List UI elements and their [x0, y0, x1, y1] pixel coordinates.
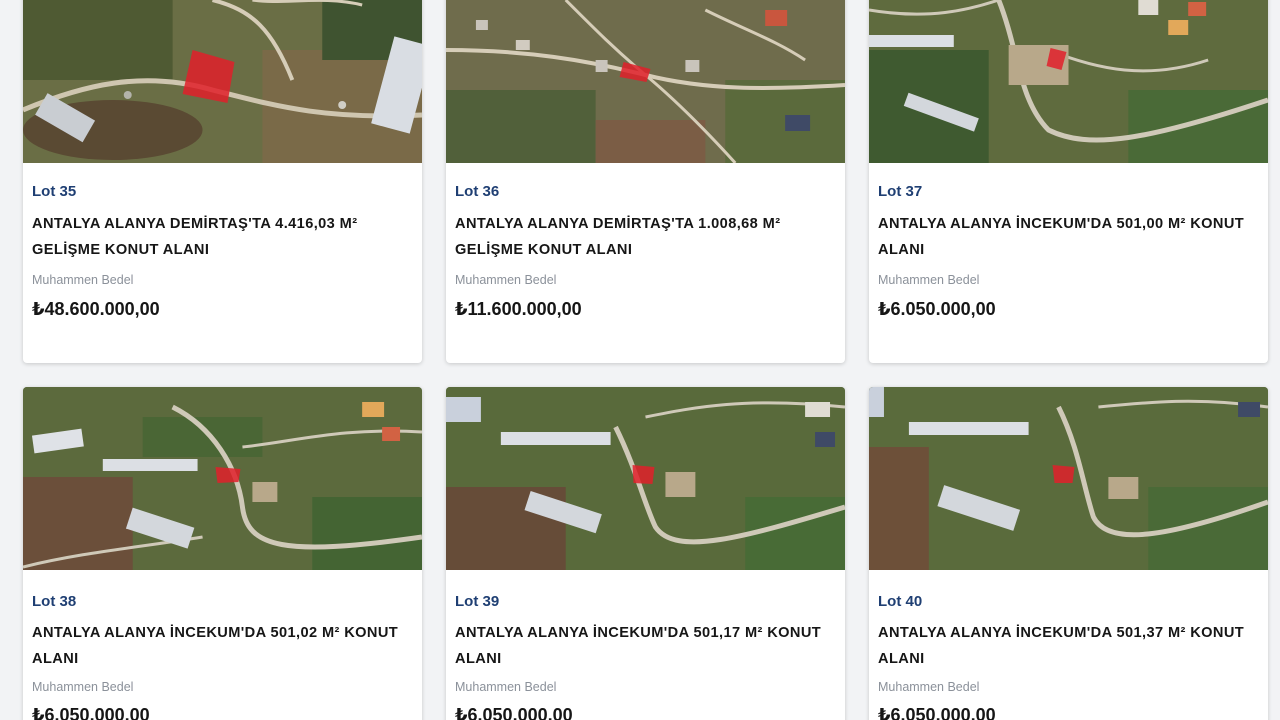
price-value: ₺11.600.000,00: [455, 299, 582, 319]
listing-grid: Lot 35 ANTALYA ALANYA DEMİRTAŞ'TA 4.416,…: [0, 0, 1280, 720]
price-label: Muhammen Bedel: [32, 273, 134, 287]
lot-number: Lot 36: [455, 183, 500, 200]
lot-number: Lot 35: [32, 183, 77, 200]
listing-title[interactable]: ANTALYA ALANYA İNCEKUM'DA 501,02 M² KONU…: [32, 620, 413, 672]
satellite-map-image[interactable]: [23, 387, 422, 570]
price-value: ₺6.050.000,00: [878, 705, 996, 720]
listing-title[interactable]: ANTALYA ALANYA DEMİRTAŞ'TA 1.008,68 M² G…: [455, 211, 836, 263]
price-label: Muhammen Bedel: [878, 273, 980, 287]
satellite-map-image[interactable]: [446, 387, 845, 570]
price-label: Muhammen Bedel: [455, 680, 557, 694]
satellite-map-image[interactable]: [446, 0, 845, 163]
listing-card-lot-35[interactable]: Lot 35 ANTALYA ALANYA DEMİRTAŞ'TA 4.416,…: [23, 0, 422, 363]
price-label: Muhammen Bedel: [455, 273, 557, 287]
price-value: ₺6.050.000,00: [878, 299, 996, 319]
listing-title[interactable]: ANTALYA ALANYA İNCEKUM'DA 501,17 M² KONU…: [455, 620, 836, 672]
satellite-map-image[interactable]: [869, 0, 1268, 163]
listing-card-lot-39[interactable]: Lot 39 ANTALYA ALANYA İNCEKUM'DA 501,17 …: [446, 387, 845, 720]
listing-card-lot-37[interactable]: Lot 37 ANTALYA ALANYA İNCEKUM'DA 501,00 …: [869, 0, 1268, 363]
lot-number: Lot 39: [455, 593, 500, 610]
price-value: ₺6.050.000,00: [32, 705, 150, 720]
listing-card-lot-36[interactable]: Lot 36 ANTALYA ALANYA DEMİRTAŞ'TA 1.008,…: [446, 0, 845, 363]
price-label: Muhammen Bedel: [878, 680, 980, 694]
listing-title[interactable]: ANTALYA ALANYA İNCEKUM'DA 501,00 M² KONU…: [878, 211, 1259, 263]
price-value: ₺48.600.000,00: [32, 299, 160, 319]
lot-number: Lot 40: [878, 593, 923, 610]
listing-card-lot-40[interactable]: Lot 40 ANTALYA ALANYA İNCEKUM'DA 501,37 …: [869, 387, 1268, 720]
listing-title[interactable]: ANTALYA ALANYA DEMİRTAŞ'TA 4.416,03 M² G…: [32, 211, 413, 263]
price-label: Muhammen Bedel: [32, 680, 134, 694]
lot-number: Lot 37: [878, 183, 923, 200]
satellite-map-image[interactable]: [869, 387, 1268, 570]
lot-number: Lot 38: [32, 593, 77, 610]
price-value: ₺6.050.000,00: [455, 705, 573, 720]
listing-card-lot-38[interactable]: Lot 38 ANTALYA ALANYA İNCEKUM'DA 501,02 …: [23, 387, 422, 720]
satellite-map-image[interactable]: [23, 0, 422, 163]
listing-title[interactable]: ANTALYA ALANYA İNCEKUM'DA 501,37 M² KONU…: [878, 620, 1259, 672]
